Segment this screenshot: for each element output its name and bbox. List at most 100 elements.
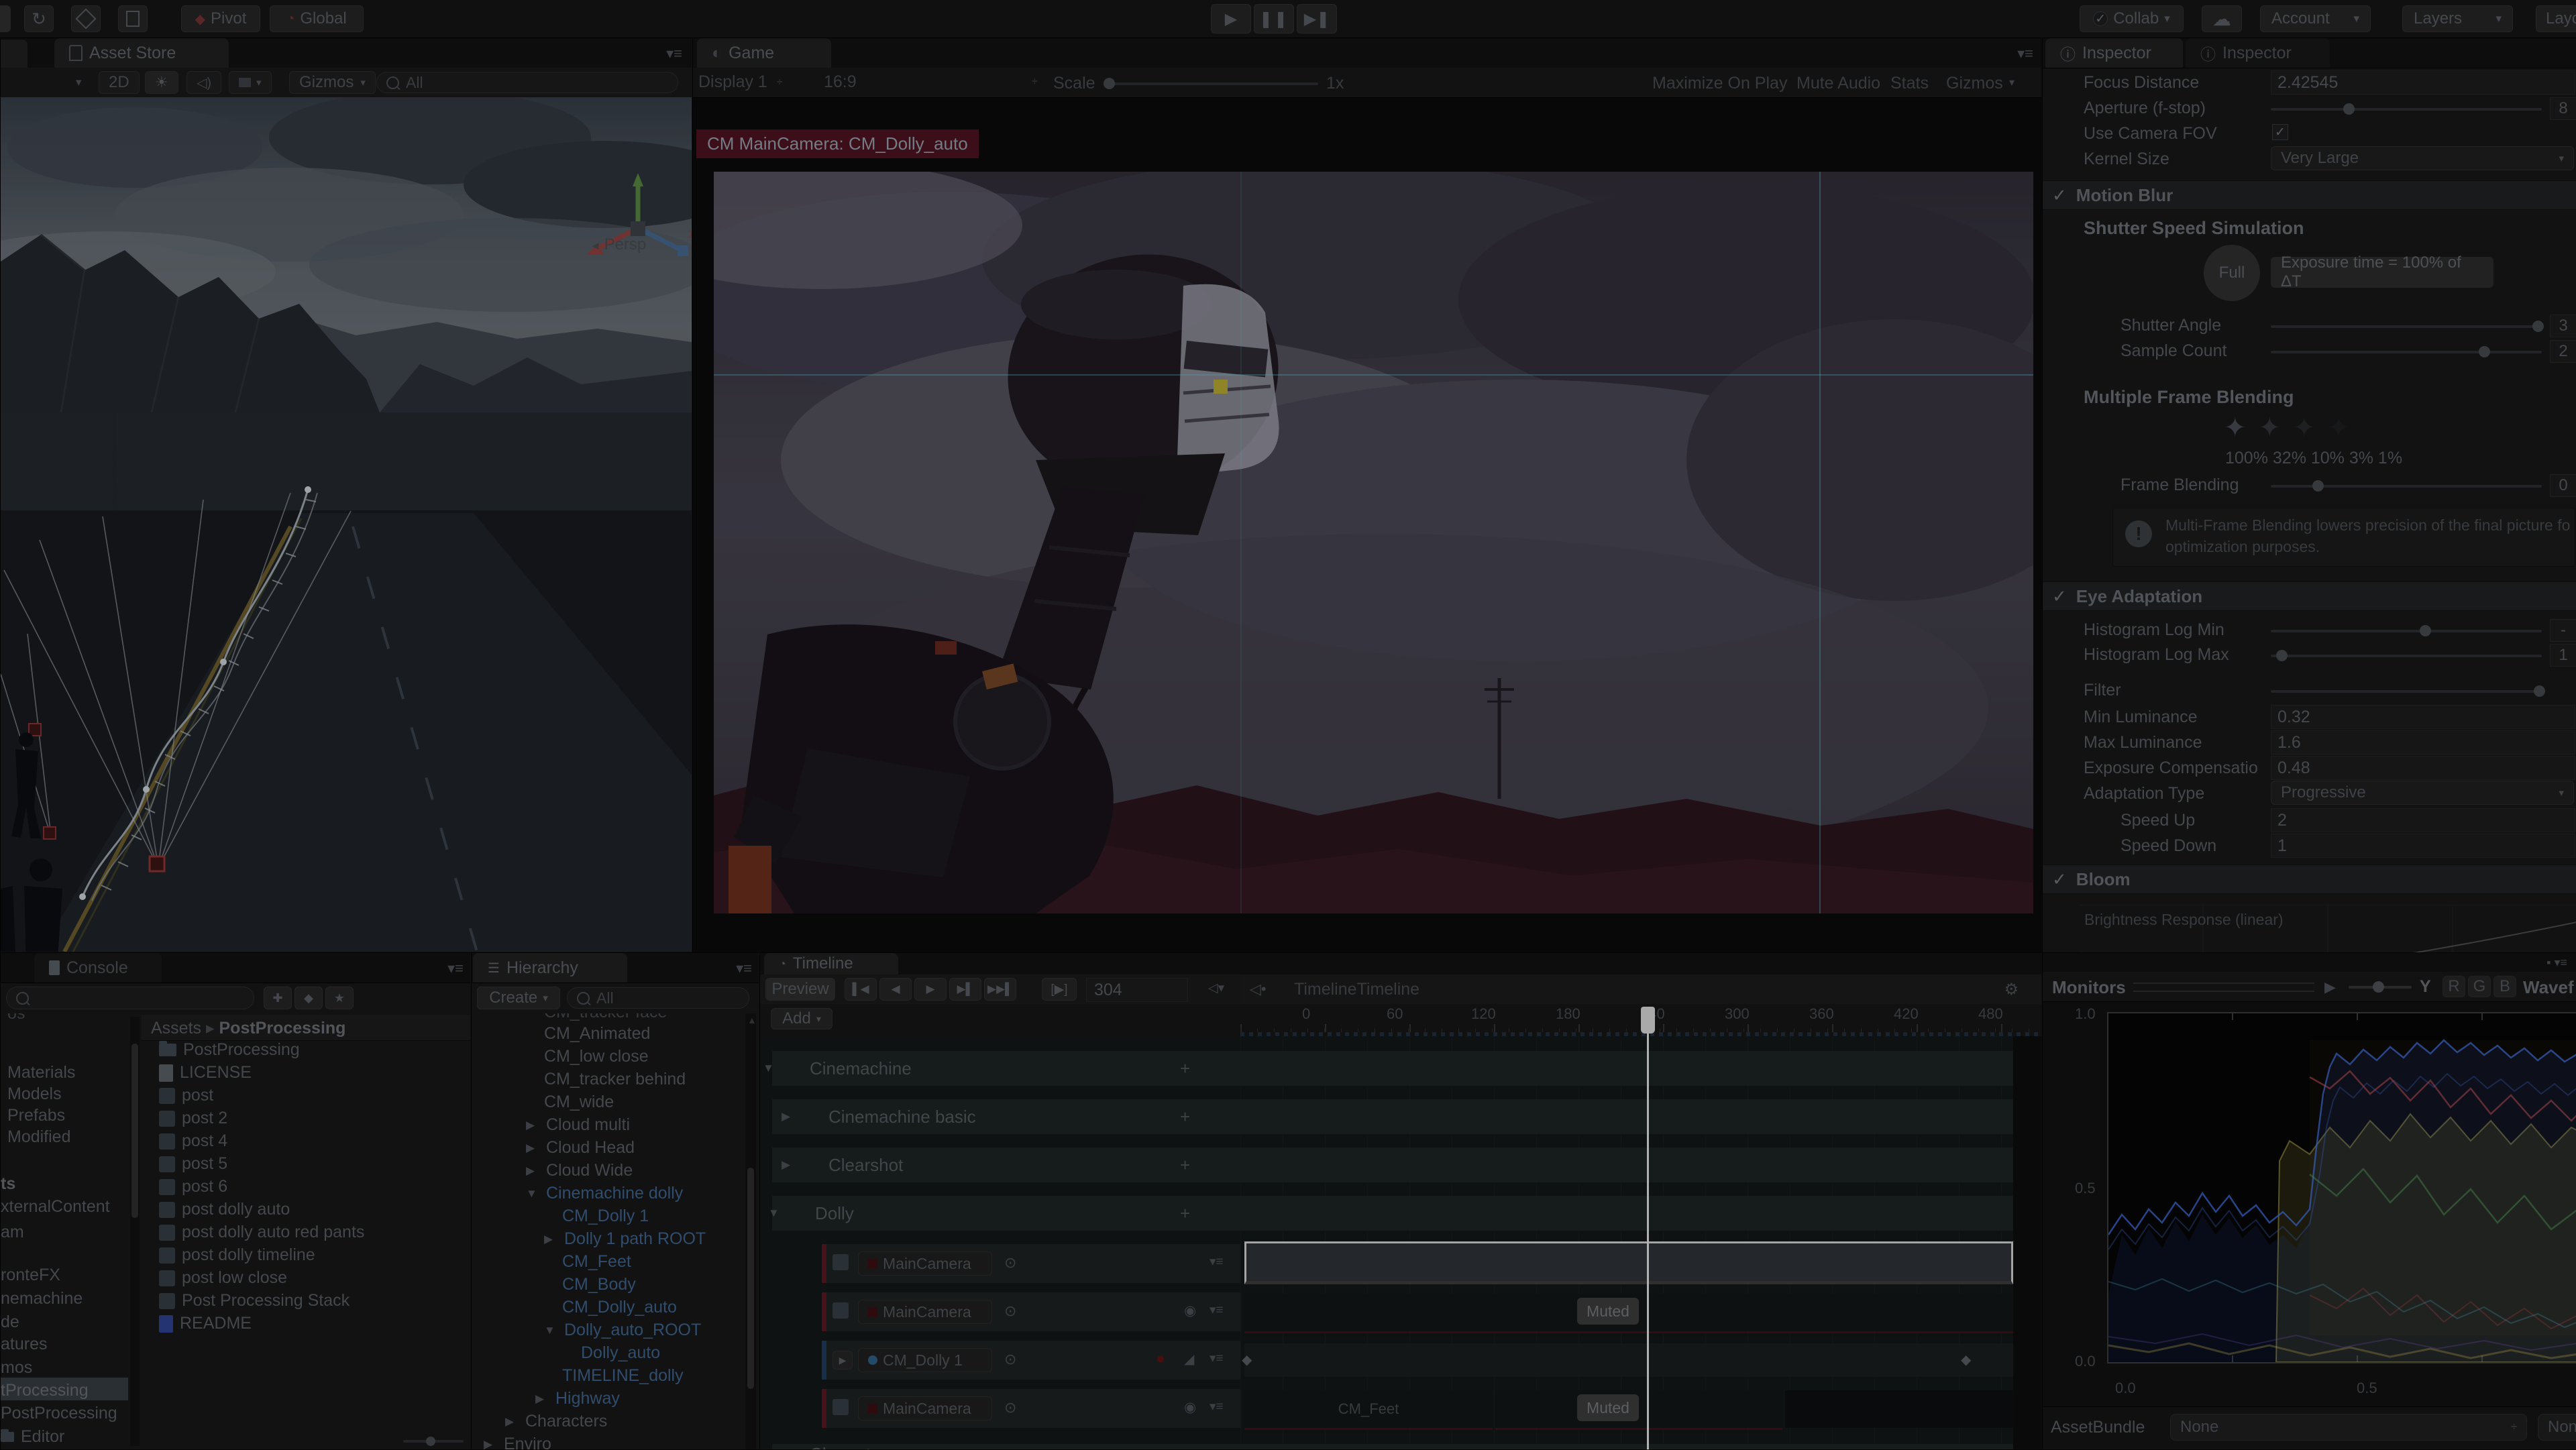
track-group-cinemachine[interactable]: ▼ Cinemachine + bbox=[772, 1051, 2013, 1086]
sample-count-value-field[interactable]: 2 bbox=[2550, 340, 2576, 363]
fav-item-models[interactable]: Models bbox=[7, 1084, 62, 1104]
project-zoom-slider[interactable] bbox=[403, 1440, 464, 1443]
fav-item-postprocessing[interactable]: PostProcessing bbox=[1, 1404, 117, 1423]
file-row[interactable]: post dolly auto bbox=[159, 1200, 290, 1219]
draw-mode-dropdown-icon[interactable]: ▾ bbox=[76, 76, 82, 89]
playhead-handle[interactable] bbox=[1641, 1007, 1655, 1034]
speed-up-field[interactable] bbox=[2271, 808, 2575, 832]
foldout-open-icon[interactable]: ▼ bbox=[544, 1324, 557, 1337]
track-group-cinemachine-basic[interactable]: ▶ Cinemachine basic + bbox=[772, 1099, 2013, 1134]
cloud-button[interactable]: ☁ bbox=[2202, 5, 2242, 32]
project-filter-label-button[interactable]: ◆ bbox=[294, 987, 323, 1009]
aspect-arrows-icon[interactable]: ÷ bbox=[1032, 76, 1038, 88]
frame-blending-slider[interactable] bbox=[2271, 485, 2542, 488]
frame-blending-knob[interactable] bbox=[2312, 480, 2324, 492]
track-group-dolly[interactable]: ▼ Dolly + bbox=[772, 1196, 2013, 1231]
track-menu-icon[interactable]: ▾≡ bbox=[1210, 1351, 1224, 1366]
track-group-clearshot[interactable]: ▶ Clearshot + bbox=[772, 1148, 2013, 1182]
foldout-open-icon[interactable]: ▼ bbox=[526, 1187, 539, 1201]
track-target-icon[interactable]: ⊙ bbox=[1004, 1302, 1016, 1320]
aperture-value-field[interactable]: 8 bbox=[2550, 97, 2576, 120]
add-clip-icon[interactable]: + bbox=[1180, 1107, 1190, 1127]
pivot-toggle-button[interactable]: ◆Pivot bbox=[181, 5, 260, 32]
channel-b-button[interactable]: B bbox=[2493, 976, 2516, 997]
keyframe-diamond-icon[interactable]: ◆ bbox=[1242, 1351, 1252, 1368]
timeline-play-button[interactable]: ▶ bbox=[914, 978, 947, 1001]
histogram-log-max-slider[interactable] bbox=[2271, 655, 2542, 657]
track-target-icon[interactable]: ⊙ bbox=[1004, 1254, 1016, 1272]
add-clip-icon[interactable]: + bbox=[1180, 1203, 1190, 1224]
sample-count-slider[interactable] bbox=[2271, 351, 2542, 353]
2d-toggle[interactable]: 2D bbox=[99, 71, 140, 94]
tree-item-prefab[interactable]: CM_Feet bbox=[562, 1252, 631, 1272]
foldout-closed-icon[interactable]: ▶ bbox=[535, 1392, 549, 1406]
next-frame-button[interactable]: ▶▌ bbox=[949, 978, 981, 1001]
hand-tool-sliver[interactable] bbox=[0, 5, 11, 32]
histogram-log-max-value-field[interactable]: 1 bbox=[2550, 644, 2576, 667]
fav-item-prefabs[interactable]: Prefabs bbox=[7, 1106, 65, 1125]
monitors-play-icon[interactable]: ▶ bbox=[2324, 979, 2336, 996]
track-row-maincamera-3[interactable]: MainCamera ⊙ ◉ ▾≡ bbox=[822, 1389, 1240, 1428]
tree-item-prefab[interactable]: ▼Cinemachine dolly bbox=[526, 1184, 683, 1203]
channel-r-button[interactable]: R bbox=[2443, 976, 2465, 997]
file-row[interactable]: post 2 bbox=[159, 1109, 227, 1128]
foldout-closed-icon[interactable]: ▶ bbox=[505, 1415, 519, 1429]
foldout-closed-icon[interactable]: ▶ bbox=[484, 1438, 497, 1450]
shutter-angle-value-field[interactable]: 3 bbox=[2550, 315, 2576, 337]
scene-gizmos-dropdown[interactable]: Gizmos▾ bbox=[289, 71, 376, 94]
tree-item[interactable]: CM_tracker behind bbox=[544, 1070, 686, 1089]
track-target-icon[interactable]: ⊙ bbox=[1004, 1399, 1016, 1416]
game-menu-icon[interactable]: ▾≡ bbox=[2017, 45, 2033, 62]
foldout-closed-icon[interactable]: ▶ bbox=[526, 1164, 539, 1178]
shutter-angle-knob[interactable] bbox=[2532, 321, 2544, 332]
timeline-gear-icon[interactable]: ⚙ bbox=[2004, 980, 2019, 999]
file-row[interactable]: post 4 bbox=[159, 1131, 227, 1151]
track-binding-maincamera[interactable]: MainCamera bbox=[858, 1251, 992, 1276]
goto-end-button[interactable]: ▶▶▌ bbox=[984, 978, 1016, 1001]
record-icon[interactable]: ● bbox=[1156, 1349, 1165, 1368]
aspect-dropdown[interactable]: 16:9 bbox=[824, 72, 857, 92]
foldout-open-icon[interactable]: ▼ bbox=[763, 1447, 776, 1450]
scale-slider-knob[interactable] bbox=[1104, 78, 1115, 89]
pause-button[interactable]: ❚❚ bbox=[1254, 4, 1294, 34]
clip-dark[interactable] bbox=[1785, 1390, 2013, 1428]
tree-item-prefab[interactable]: Dolly_auto bbox=[581, 1343, 660, 1363]
scale-tool-button[interactable] bbox=[71, 5, 101, 32]
track-menu-icon[interactable]: ▾≡ bbox=[1210, 1302, 1224, 1318]
play-button[interactable]: ▶ bbox=[1211, 4, 1251, 34]
lighting-toggle[interactable]: ☀ bbox=[145, 71, 178, 94]
clip-muted-2[interactable] bbox=[1495, 1390, 1782, 1430]
monitors-menu-icon[interactable]: ▪ ▾≡ bbox=[2546, 956, 2567, 970]
eye-adaptation-check-icon[interactable]: ✓ bbox=[2052, 586, 2067, 607]
breadcrumb-root[interactable]: Assets bbox=[151, 1019, 201, 1038]
persp-label[interactable]: ◄ Persp bbox=[590, 235, 646, 254]
keyframe-diamond-icon[interactable]: ◆ bbox=[1961, 1351, 1971, 1368]
project-filter-fav-button[interactable]: ★ bbox=[325, 987, 354, 1009]
hierarchy-search-input[interactable]: All bbox=[567, 987, 749, 1009]
histogram-log-min-slider[interactable] bbox=[2271, 630, 2542, 632]
track-row-cmdolly1[interactable]: ▶ CM_Dolly 1 ⊙ ● ◢ ▾≡ bbox=[822, 1341, 1240, 1380]
tree-item[interactable]: CM_low close bbox=[544, 1047, 649, 1066]
fav-item-assets-root[interactable]: ts bbox=[1, 1174, 15, 1194]
shutter-angle-slider[interactable] bbox=[2271, 325, 2542, 328]
game-gizmos-arrow-icon[interactable]: ▾ bbox=[2009, 76, 2015, 89]
file-row[interactable]: post dolly auto red pants bbox=[159, 1223, 364, 1242]
scene-viewport[interactable]: x bbox=[1, 97, 692, 952]
tab-asset-store[interactable]: Asset Store bbox=[54, 38, 229, 68]
create-dropdown-button[interactable]: Create▾ bbox=[477, 987, 560, 1009]
add-clip-icon[interactable]: + bbox=[1180, 1155, 1190, 1176]
track-binding-cmdolly[interactable]: CM_Dolly 1 bbox=[858, 1348, 992, 1372]
hierarchy-scrollbar[interactable]: ▲ bbox=[745, 1013, 756, 1449]
motion-blur-section[interactable]: ✓Motion Blur bbox=[2043, 180, 2576, 210]
max-luminance-field[interactable] bbox=[2271, 730, 2575, 755]
tree-item[interactable]: ▶Cloud multi bbox=[526, 1115, 630, 1135]
layout-button[interactable]: Layo bbox=[2536, 5, 2576, 32]
fav-item-editor[interactable]: Editor bbox=[1, 1427, 64, 1447]
tab-timeline[interactable]: ◔ Timeline bbox=[764, 953, 898, 974]
channel-g-button[interactable]: G bbox=[2468, 976, 2491, 997]
tab-console[interactable]: Console bbox=[34, 953, 162, 983]
game-gizmos-dropdown[interactable]: Gizmos bbox=[1946, 74, 2003, 93]
track-menu-icon[interactable]: ▾≡ bbox=[1210, 1399, 1224, 1414]
file-row[interactable]: post 5 bbox=[159, 1154, 227, 1174]
track-target-icon[interactable]: ⊙ bbox=[1004, 1351, 1016, 1368]
